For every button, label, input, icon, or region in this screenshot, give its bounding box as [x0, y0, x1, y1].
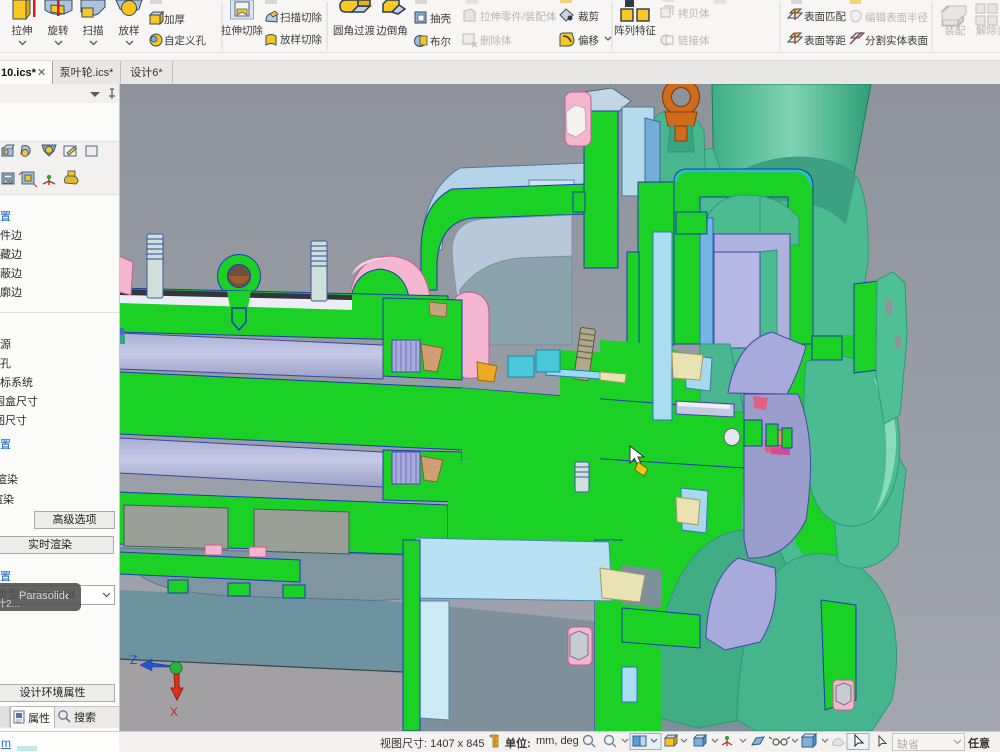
svg-text:加厚: 加厚: [164, 14, 185, 26]
svg-text:拉伸零件/装配体: 拉伸零件/装配体: [480, 10, 557, 23]
svg-text:布尔: 布尔: [430, 35, 451, 48]
svg-text:放样: 放样: [119, 24, 140, 37]
svg-text:拷贝体: 拷贝体: [678, 7, 710, 20]
svg-text:偏移: 偏移: [578, 34, 599, 47]
svg-text:放样切除: 放样切除: [280, 33, 322, 46]
svg-text:抽壳: 抽壳: [430, 12, 451, 25]
svg-text:装配: 装配: [945, 24, 966, 37]
svg-text:拉伸: 拉伸: [12, 24, 33, 37]
svg-text:表面等距: 表面等距: [804, 34, 846, 47]
svg-text:链接体: 链接体: [678, 34, 710, 47]
svg-text:删除体: 删除体: [480, 34, 512, 47]
svg-text:编辑表面半径: 编辑表面半径: [865, 11, 928, 24]
svg-text:裁剪: 裁剪: [578, 10, 599, 23]
svg-text:圆角过渡: 圆角过渡: [333, 24, 375, 37]
svg-text:分割实体表面: 分割实体表面: [865, 34, 928, 47]
svg-text:扫描切除: 扫描切除: [280, 11, 322, 24]
svg-text:扫描: 扫描: [83, 24, 104, 37]
svg-text:自定义孔: 自定义孔: [164, 34, 206, 47]
svg-text:Z: Z: [130, 653, 137, 667]
svg-text:边倒角: 边倒角: [376, 25, 408, 37]
svg-text:X: X: [170, 705, 178, 719]
svg-text:表面匹配: 表面匹配: [804, 10, 846, 23]
svg-text:拉伸切除: 拉伸切除: [221, 24, 263, 37]
svg-text:旋转: 旋转: [48, 24, 69, 37]
svg-text:阵列特征: 阵列特征: [614, 24, 656, 37]
svg-text:解除装: 解除装: [976, 24, 1000, 37]
